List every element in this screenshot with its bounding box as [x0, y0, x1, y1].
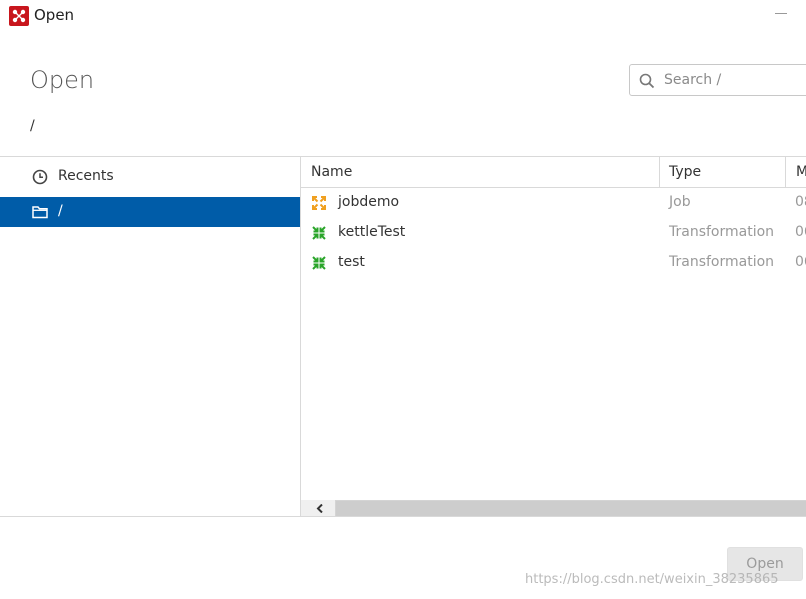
sidebar-item-root[interactable]: /: [0, 197, 300, 227]
scroll-left-button[interactable]: [301, 500, 335, 517]
search-icon: [639, 73, 655, 93]
file-list: Name Type M jobdemo Job 08 kettleTest Tr…: [301, 156, 806, 517]
clock-icon: [32, 169, 48, 185]
file-type: Transformation: [669, 254, 775, 270]
column-header-type[interactable]: Type: [660, 157, 786, 188]
sidebar-item-recents[interactable]: Recents: [0, 162, 300, 192]
column-header-modified[interactable]: M: [786, 157, 806, 188]
horizontal-scrollbar[interactable]: [301, 500, 806, 517]
file-name: test: [338, 254, 365, 270]
transformation-icon: [311, 255, 327, 271]
file-modified: 08: [795, 194, 806, 210]
search-box[interactable]: [629, 64, 806, 96]
file-name: kettleTest: [338, 224, 406, 240]
sidebar-item-label: Recents: [58, 168, 114, 184]
kettle-app-icon: [9, 6, 29, 26]
minimize-icon[interactable]: [775, 13, 787, 14]
folder-icon: [32, 204, 48, 220]
watermark: https://blog.csdn.net/weixin_38235865: [525, 572, 779, 587]
file-name: jobdemo: [338, 194, 400, 210]
window-title: Open: [34, 6, 75, 24]
current-path: /: [30, 118, 35, 134]
title-bar: Open: [0, 0, 806, 32]
job-icon: [311, 195, 327, 211]
file-modified: 06: [795, 254, 806, 270]
sidebar-item-label: /: [58, 203, 63, 219]
scrollbar-thumb[interactable]: [336, 501, 806, 516]
table-row[interactable]: jobdemo Job 08: [301, 188, 806, 218]
footer-divider: [0, 516, 806, 517]
transformation-icon: [311, 225, 327, 241]
page-title: Open: [30, 66, 95, 94]
file-type: Transformation: [669, 224, 775, 240]
chevron-left-icon: [316, 504, 323, 513]
column-header-name[interactable]: Name: [301, 157, 660, 188]
sidebar: Recents /: [0, 156, 301, 517]
table-row[interactable]: test Transformation 06: [301, 248, 806, 278]
file-modified: 06: [795, 224, 806, 240]
file-type: Job: [669, 194, 691, 210]
table-row[interactable]: kettleTest Transformation 06: [301, 218, 806, 248]
search-input[interactable]: [664, 65, 806, 95]
